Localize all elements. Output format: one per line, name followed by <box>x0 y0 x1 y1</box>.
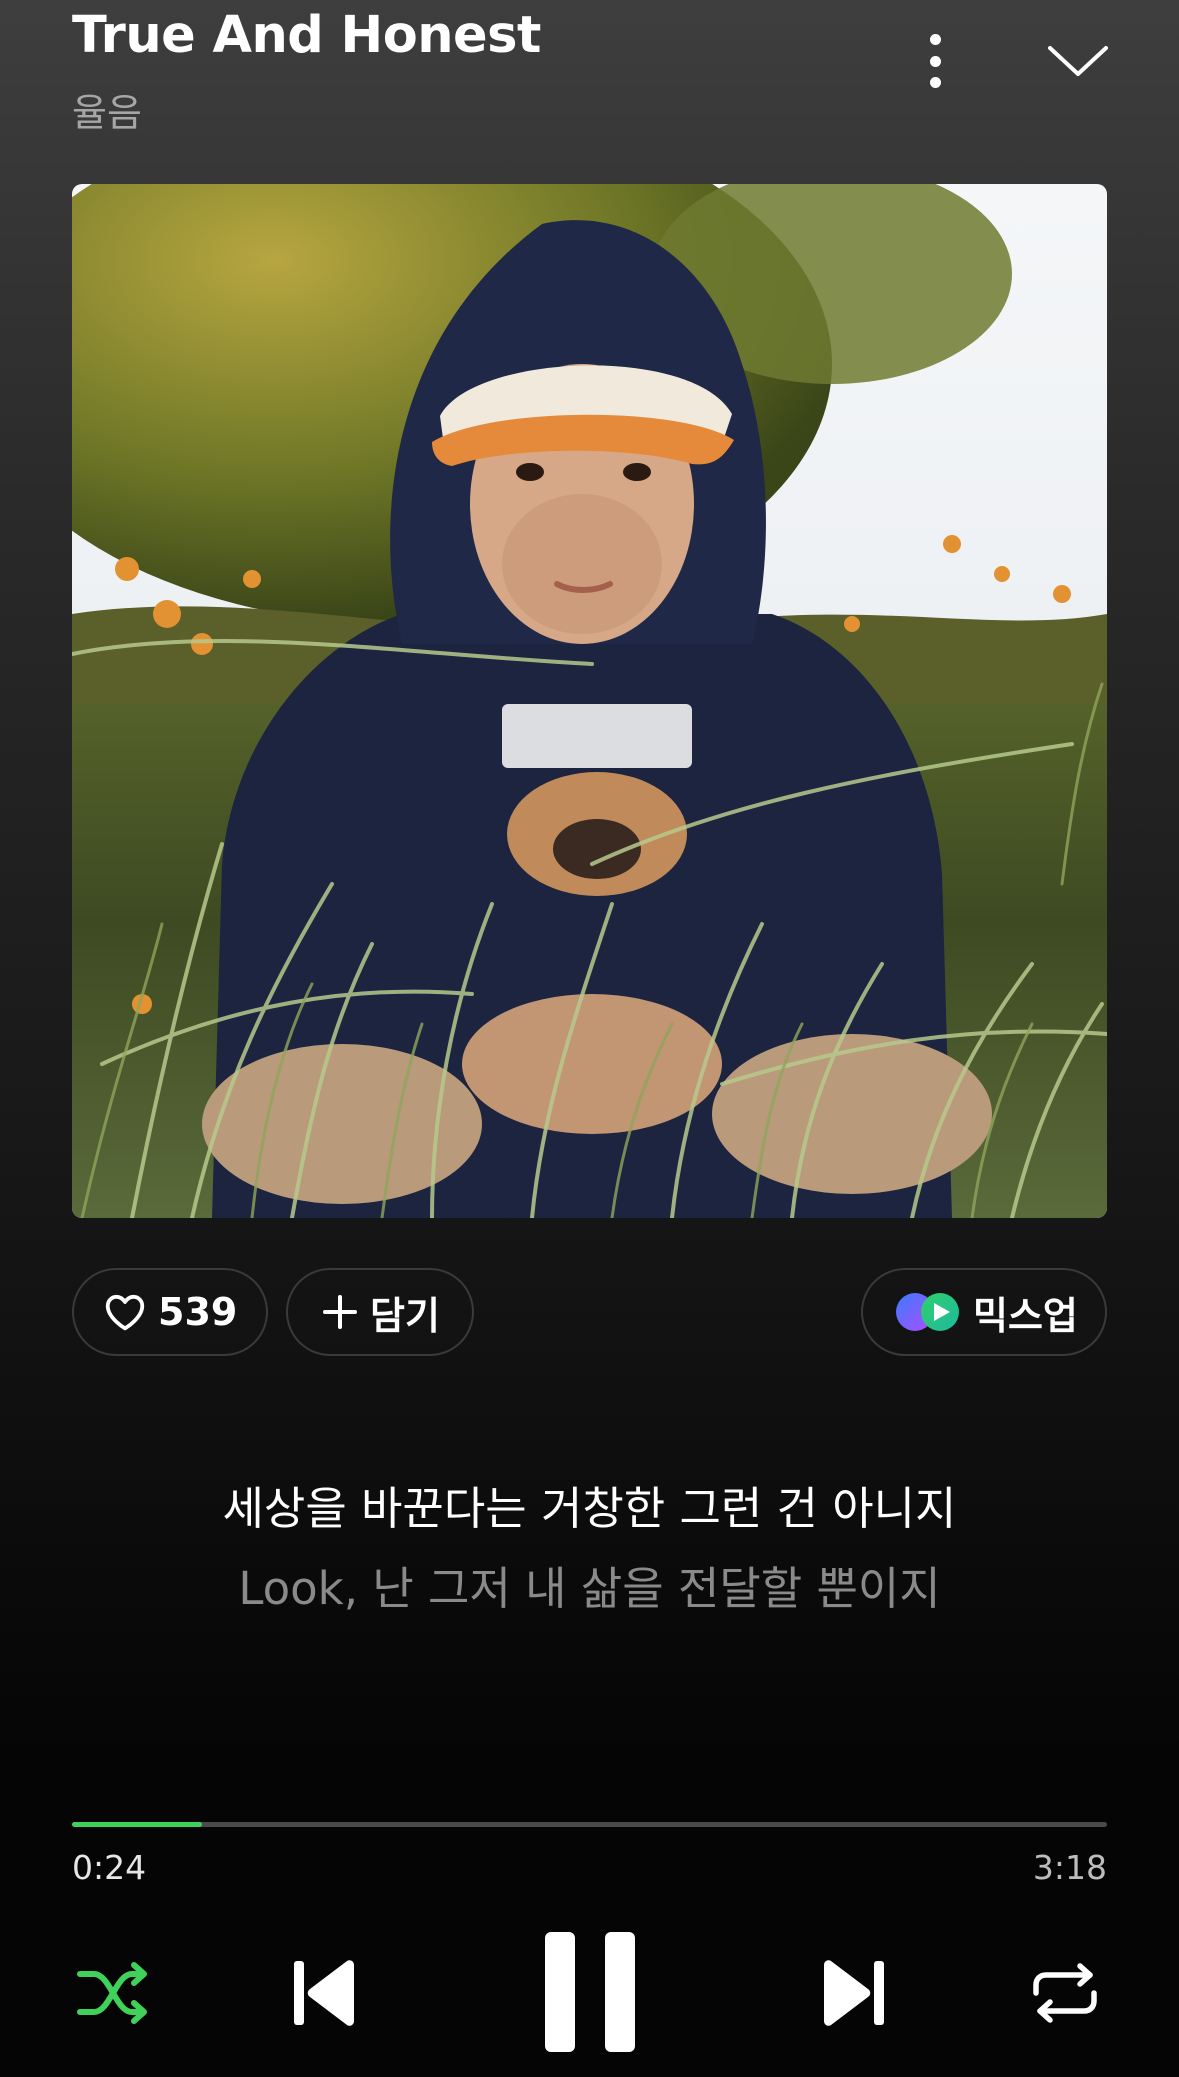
repeat-button[interactable] <box>1030 1963 1100 2023</box>
add-to-playlist-button[interactable]: 담기 <box>286 1268 474 1356</box>
now-playing-screen: True And Honest 율음 539 담기 믹스업 세상을 바꾼다는 거… <box>0 0 1179 2077</box>
shuffle-icon <box>77 1962 147 2024</box>
song-title: True And Honest <box>72 6 541 65</box>
skip-previous-icon <box>294 1960 354 2026</box>
lyric-current-line[interactable]: 세상을 바꾼다는 거창한 그런 건 아니지 <box>0 1472 1179 1537</box>
collapse-player-button[interactable] <box>1046 34 1110 90</box>
add-label: 담기 <box>370 1293 440 1338</box>
mixup-button[interactable]: 믹스업 <box>861 1268 1107 1356</box>
progress-bar[interactable] <box>72 1822 1107 1827</box>
mixup-label: 믹스업 <box>973 1293 1078 1338</box>
previous-track-button[interactable] <box>292 1957 358 2029</box>
total-duration: 3:18 <box>1032 1848 1107 1887</box>
pause-button[interactable] <box>545 1932 635 2052</box>
like-button[interactable]: 539 <box>72 1268 268 1356</box>
shuffle-button[interactable] <box>76 1958 152 2028</box>
album-art <box>72 184 1107 1218</box>
pause-icon <box>545 1932 635 2052</box>
chevron-down-icon <box>1048 46 1108 76</box>
artist-name[interactable]: 율음 <box>72 82 142 137</box>
more-options-button[interactable] <box>912 28 958 94</box>
mixup-logo-icon <box>896 1293 959 1331</box>
progress-fill <box>72 1822 203 1827</box>
repeat-icon <box>1033 1963 1097 2023</box>
more-vertical-icon <box>929 34 941 45</box>
heart-icon <box>105 1294 145 1331</box>
like-count: 539 <box>158 1290 238 1334</box>
lyric-next-line[interactable]: Look, 난 그저 내 삶을 전달할 뿐이지 <box>0 1552 1179 1617</box>
more-dot <box>929 55 941 67</box>
more-dot <box>929 77 941 88</box>
skip-next-icon <box>824 1960 884 2026</box>
next-track-button[interactable] <box>820 1957 886 2029</box>
elapsed-time: 0:24 <box>72 1848 147 1887</box>
plus-icon <box>323 1295 357 1329</box>
